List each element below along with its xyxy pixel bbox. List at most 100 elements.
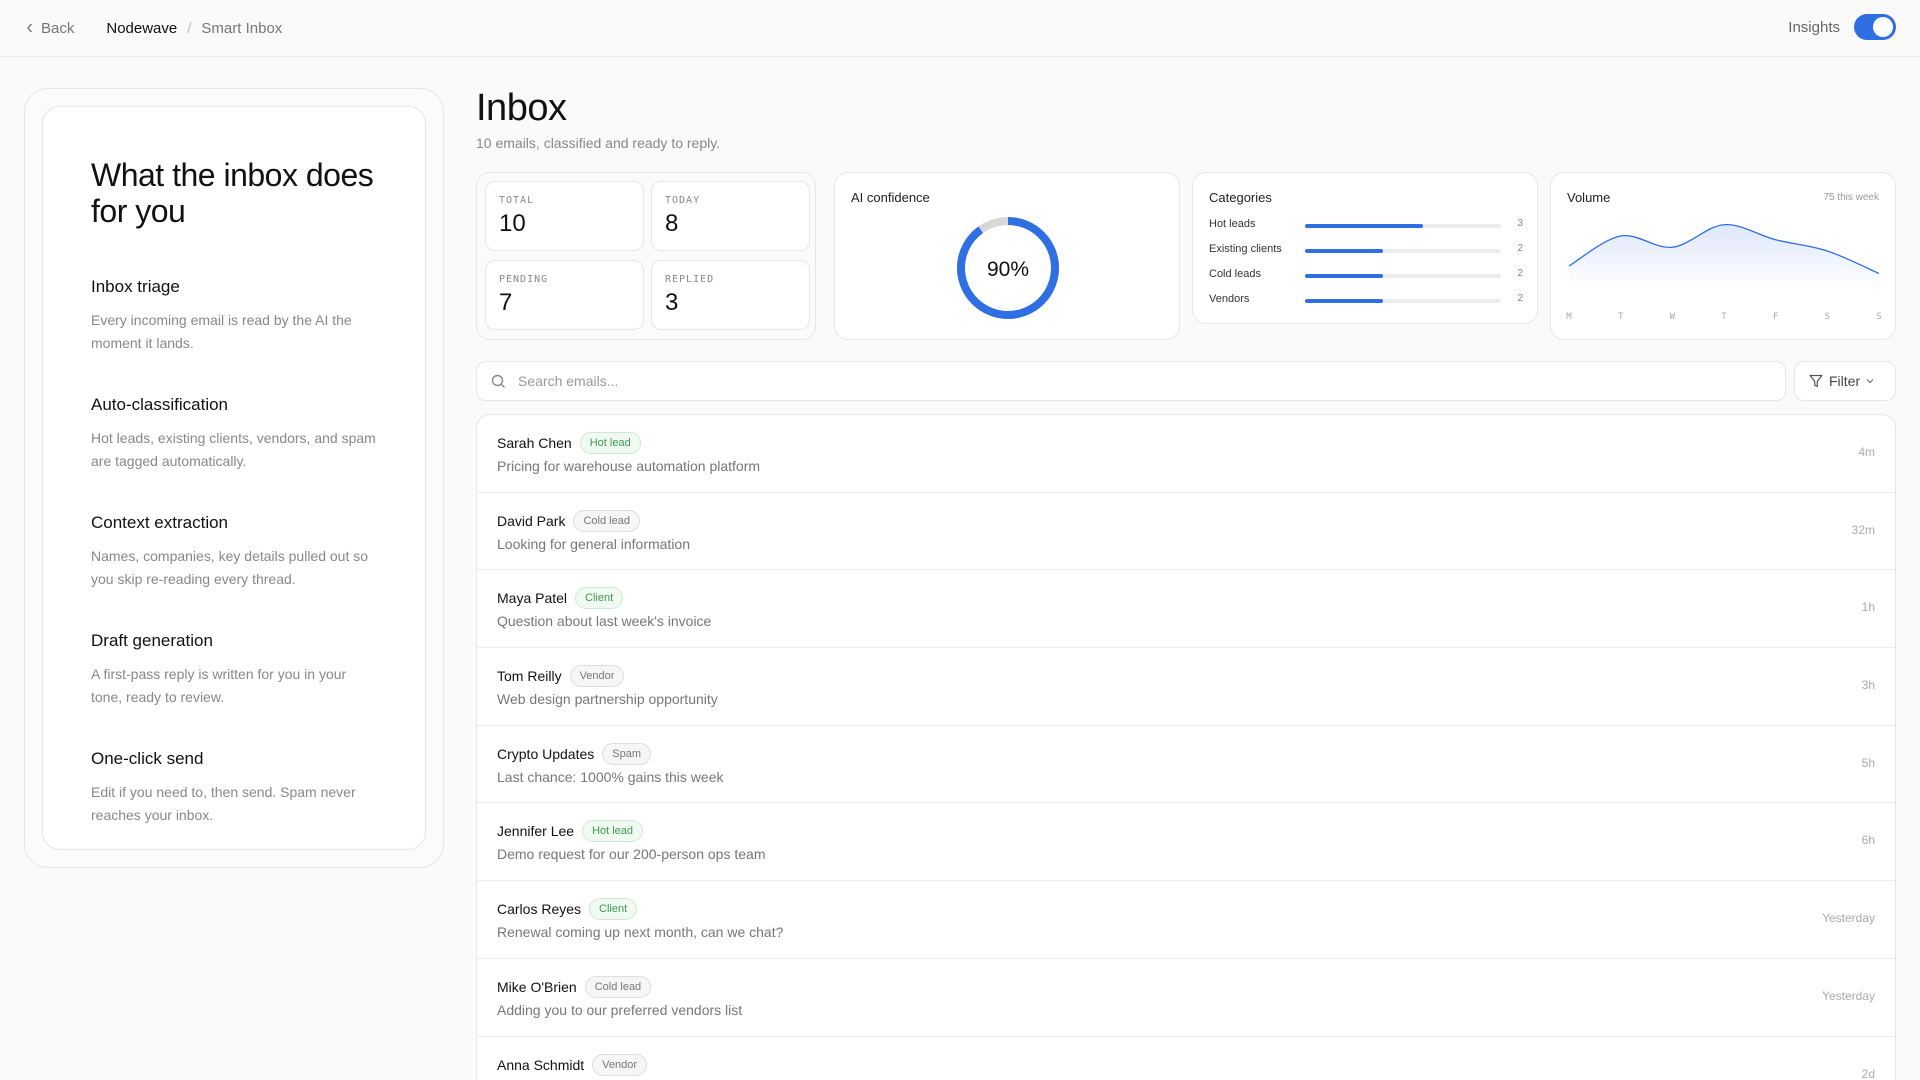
category-bar-fill xyxy=(1305,249,1384,253)
stat-today: TODAY 8 xyxy=(651,181,810,251)
page-subtitle: 10 emails, classified and ready to reply… xyxy=(476,135,721,151)
volume-card: Volume 75 this week MTWTFSS xyxy=(1550,172,1896,340)
search-icon xyxy=(491,374,505,388)
category-badge: Client xyxy=(589,898,638,921)
feature-desc: Hot leads, existing clients, vendors, an… xyxy=(91,430,376,469)
feature-item: Context extraction Names, companies, key… xyxy=(91,513,377,591)
category-bar-track xyxy=(1305,274,1501,278)
email-row[interactable]: Maya Patel Client Question about last week… xyxy=(477,570,1895,649)
category-name: Existing clients xyxy=(1209,243,1282,255)
sender-name: Carlos Reyes xyxy=(497,901,582,918)
feature-title: One-click send xyxy=(91,749,204,768)
category-row: Hot leads 3 xyxy=(1209,218,1523,234)
page-title: Inbox xyxy=(476,87,567,129)
feature-desc: A first-pass reply is written for you in… xyxy=(91,666,347,705)
category-name: Hot leads xyxy=(1209,218,1256,230)
category-row: Vendors 2 xyxy=(1209,293,1523,309)
categories-card: Categories Hot leads 3 Existing clients … xyxy=(1192,172,1538,324)
category-name: Vendors xyxy=(1209,293,1250,305)
stat-value: 10 xyxy=(499,210,526,237)
features-panel: What the inbox does for you Inbox triage… xyxy=(24,88,444,868)
email-subject: Looking for general information xyxy=(497,535,691,552)
sender-name: Mike O'Brien xyxy=(497,978,577,995)
breadcrumb-workspace[interactable]: Nodewave xyxy=(106,20,177,37)
email-time: 4m xyxy=(1858,445,1875,459)
confidence-card: AI confidence 90% xyxy=(834,172,1180,340)
filter-label: Filter xyxy=(1829,373,1861,389)
email-subject: Pricing for warehouse automation platfor… xyxy=(497,458,761,474)
category-bar-fill xyxy=(1305,299,1384,303)
stat-label: TOTAL xyxy=(499,195,535,206)
stat-label: TODAY xyxy=(665,195,701,206)
feature-item: Auto-classification Hot leads, existing … xyxy=(91,395,377,473)
email-row-header: Carlos Reyes Client xyxy=(497,898,638,921)
stat-value: 7 xyxy=(499,289,513,316)
stat-total: TOTAL 10 xyxy=(485,181,644,251)
category-row: Cold leads 2 xyxy=(1209,268,1523,284)
email-row-header: Mike O'Brien Cold lead xyxy=(497,975,652,998)
feature-desc: Every incoming email is read by the AI t… xyxy=(91,312,352,351)
email-row-header: Tom Reilly Vendor xyxy=(497,665,625,688)
volume-x-tick: F xyxy=(1773,312,1778,322)
category-badge: Vendor xyxy=(569,665,625,688)
features-title: What the inbox does for you xyxy=(91,157,374,229)
volume-area xyxy=(1569,224,1879,289)
stat-value: 3 xyxy=(665,289,679,316)
email-row[interactable]: Tom Reilly Vendor Web design partnership o… xyxy=(477,648,1895,726)
confidence-gauge: 90% xyxy=(957,217,1059,319)
insights-toggle[interactable] xyxy=(1854,14,1896,40)
feature-item: One-click send Edit if you need to, then… xyxy=(91,749,377,827)
sender-name: Crypto Updates xyxy=(497,745,595,762)
search-input[interactable]: Search emails... xyxy=(476,361,1786,401)
email-time: Yesterday xyxy=(1822,988,1875,1003)
email-row[interactable]: Sarah Chen Hot lead Pricing for warehouse … xyxy=(477,415,1895,493)
breadcrumb: Nodewave / Smart Inbox xyxy=(106,20,282,37)
category-row: Existing clients 2 xyxy=(1209,243,1523,259)
email-row-header: Maya Patel Client xyxy=(497,587,624,610)
confidence-value: 90% xyxy=(987,258,1029,281)
email-subject: Web design partnership opportunity xyxy=(497,691,718,708)
volume-x-tick: T xyxy=(1721,312,1727,322)
volume-x-tick: T xyxy=(1618,312,1624,322)
category-count: 2 xyxy=(1517,268,1523,279)
sender-name: Tom Reilly xyxy=(497,668,562,685)
sender-name: Sarah Chen xyxy=(497,435,572,451)
email-subject: Last chance: 1000% gains this week xyxy=(497,768,724,785)
email-subject: Demo request for our 200-person ops team xyxy=(497,846,766,863)
email-row[interactable]: Mike O'Brien Cold lead Adding you to our p… xyxy=(477,959,1895,1037)
email-row-header: Sarah Chen Hot lead xyxy=(497,432,641,454)
email-row[interactable]: Crypto Updates Spam Last chance: 1000% gai… xyxy=(477,726,1895,804)
chevron-left-icon xyxy=(27,23,33,33)
email-row-header: Jennifer Lee Hot lead xyxy=(497,820,644,843)
email-row[interactable]: Anna Schmidt Vendor 2d xyxy=(477,1037,1895,1080)
email-time: 5h xyxy=(1861,755,1875,770)
email-time: Yesterday xyxy=(1822,911,1875,926)
feature-title: Draft generation xyxy=(91,631,213,650)
back-button[interactable]: Back xyxy=(26,20,74,37)
category-bar-fill xyxy=(1305,274,1384,278)
email-row[interactable]: Carlos Reyes Client Renewal coming up next… xyxy=(477,881,1895,959)
breadcrumb-separator: / xyxy=(187,19,192,37)
email-subject: Renewal coming up next month, can we cha… xyxy=(497,924,784,941)
category-count: 3 xyxy=(1517,218,1523,229)
feature-title: Context extraction xyxy=(91,513,229,532)
stat-label: REPLIED xyxy=(665,274,715,285)
feature-title: Inbox triage xyxy=(91,277,180,296)
email-row[interactable]: David Park Cold lead Looking for general i… xyxy=(477,493,1895,571)
stat-value: 8 xyxy=(665,210,679,237)
category-bar-track xyxy=(1305,249,1501,253)
email-row-header: Anna Schmidt Vendor xyxy=(497,1053,648,1076)
feature-item: Draft generation A first-pass reply is w… xyxy=(91,631,377,709)
features-card: What the inbox does for you Inbox triage… xyxy=(42,106,426,850)
category-bar-track xyxy=(1305,224,1501,228)
category-badge: Cold lead xyxy=(584,975,652,998)
chevron-down-icon xyxy=(1866,379,1874,384)
stats-group: TOTAL 10 TODAY 8 PENDING 7 REPLIED 3 xyxy=(476,172,816,340)
filter-button[interactable]: Filter xyxy=(1794,361,1896,401)
category-badge: Spam xyxy=(602,742,652,765)
category-bar-track xyxy=(1305,299,1501,303)
categories-title: Categories xyxy=(1209,190,1272,205)
feature-item: Inbox triage Every incoming email is rea… xyxy=(91,277,377,355)
email-row[interactable]: Jennifer Lee Hot lead Demo request for our… xyxy=(477,803,1895,882)
sender-name: Anna Schmidt xyxy=(497,1056,585,1073)
